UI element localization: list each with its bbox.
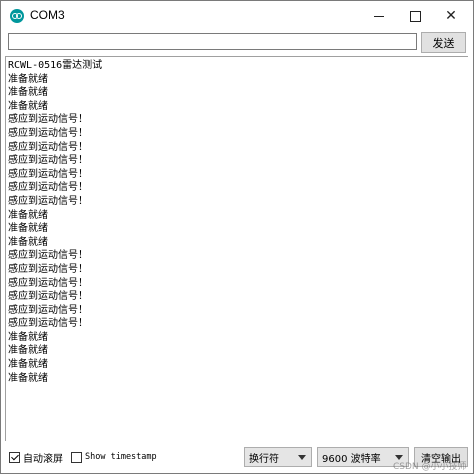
- serial-output-area[interactable]: RCWL-0516雷达测试 准备就绪 准备就绪 准备就绪 感应到运动信号！ 感应到运动信号…: [5, 56, 468, 441]
- minimize-icon: [374, 15, 384, 17]
- output-line: 感应到运动信号！: [8, 250, 88, 262]
- output-line: 感应到运动信号！: [8, 195, 88, 207]
- timestamp-toggle[interactable]: Show timestamp: [71, 450, 157, 464]
- serial-monitor-window: COM3 ✕ 发送 RCWL-0516雷达测试 准备就绪 准备就绪 准备就绪 感应到运动…: [0, 0, 474, 474]
- output-line: 感应到运动信号！: [8, 155, 88, 167]
- line-ending-value: 换行符: [249, 453, 279, 465]
- chevron-down-icon: [298, 455, 306, 460]
- output-line: 准备就绪: [8, 372, 48, 384]
- autoscroll-label: 自动滚屏: [23, 453, 63, 465]
- output-line: RCWL-0516雷达测试: [8, 60, 103, 71]
- output-line: 感应到运动信号！: [8, 291, 88, 303]
- output-line: 感应到运动信号！: [8, 114, 88, 126]
- timestamp-checkbox[interactable]: [71, 451, 82, 463]
- output-line: 感应到运动信号！: [8, 141, 88, 153]
- line-ending-select[interactable]: 换行符: [244, 447, 312, 467]
- send-input[interactable]: [8, 33, 417, 50]
- output-line: 感应到运动信号！: [8, 318, 88, 330]
- watermark: CSDN @小小技师: [393, 462, 467, 472]
- output-line: 准备就绪: [8, 209, 48, 221]
- serial-output-lines: RCWL-0516雷达测试 准备就绪 准备就绪 准备就绪 感应到运动信号！ 感应到运动信号…: [8, 59, 102, 385]
- close-icon: ✕: [445, 8, 457, 24]
- output-line: 感应到运动信号！: [8, 263, 88, 275]
- maximize-icon: [409, 10, 421, 22]
- send-bar: 发送: [1, 31, 473, 55]
- output-line: 准备就绪: [8, 73, 48, 85]
- maximize-button[interactable]: [397, 1, 433, 31]
- output-line: 准备就绪: [8, 345, 48, 357]
- send-button[interactable]: 发送: [421, 32, 466, 53]
- output-line: 感应到运动信号！: [8, 277, 88, 289]
- output-line: 准备就绪: [8, 100, 48, 112]
- output-line: 感应到运动信号！: [8, 304, 88, 316]
- output-line: 准备就绪: [8, 359, 48, 371]
- output-line: 准备就绪: [8, 223, 48, 235]
- output-line: 感应到运动信号！: [8, 127, 88, 139]
- output-line: 感应到运动信号！: [8, 168, 88, 180]
- timestamp-label: Show timestamp: [85, 452, 157, 462]
- title-bar[interactable]: COM3 ✕: [1, 1, 473, 31]
- close-button[interactable]: ✕: [433, 1, 469, 31]
- output-line: 准备就绪: [8, 331, 48, 343]
- autoscroll-toggle[interactable]: 自动滚屏: [9, 450, 63, 465]
- arduino-app-icon: [10, 9, 24, 23]
- output-line: 感应到运动信号！: [8, 182, 88, 194]
- minimize-button[interactable]: [361, 1, 397, 31]
- window-title: COM3: [30, 8, 65, 22]
- baud-rate-value: 9600 波特率: [322, 453, 381, 465]
- output-line: 准备就绪: [8, 236, 48, 248]
- output-line: 准备就绪: [8, 87, 48, 99]
- autoscroll-checkbox[interactable]: [9, 451, 20, 463]
